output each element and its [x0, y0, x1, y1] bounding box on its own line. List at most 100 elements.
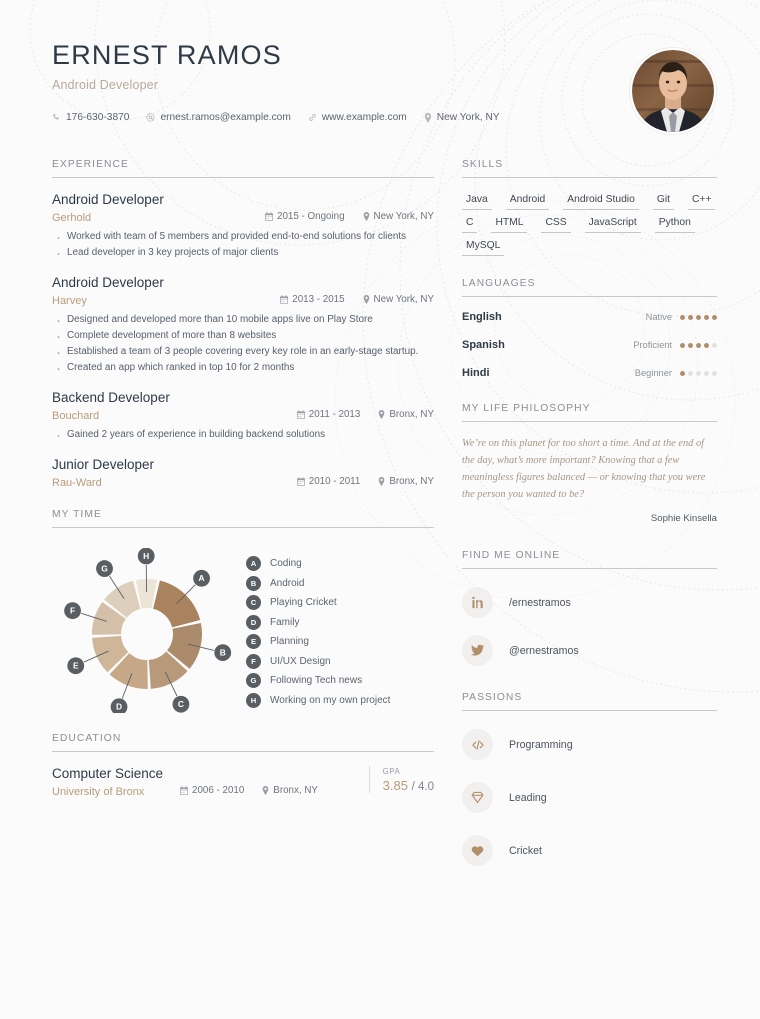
- language-item: Hindi Beginner: [462, 367, 717, 379]
- heart-icon: [462, 835, 493, 867]
- job-location: New York, NY: [363, 211, 434, 222]
- passion-item-programming: Programming: [462, 729, 717, 761]
- left-column: EXPERIENCE Android Developer Gerhold 201…: [52, 159, 434, 886]
- diamond-icon: [462, 782, 493, 814]
- header-subtitle: Android Developer: [52, 78, 159, 93]
- legend-item: A Coding: [246, 556, 434, 572]
- language-name: Spanish: [462, 339, 505, 352]
- rating-dot: [712, 342, 717, 348]
- contact-phone[interactable]: 176-630-3870: [52, 112, 129, 123]
- list-item: Gained 2 years of experience in building…: [52, 425, 434, 448]
- education-meta: University of Bronx 2006 - 2010 Bronx, N…: [52, 785, 363, 798]
- job-meta: Bouchard 2011 - 2013 Bronx, NY: [52, 409, 434, 422]
- section-heading-skills: SKILLS: [462, 159, 504, 171]
- section-heading-education: EDUCATION: [52, 733, 122, 745]
- rating-dot: [680, 370, 685, 376]
- section-philosophy: MY LIFE PHILOSOPHY We’re on this planet …: [462, 403, 717, 524]
- skill-chip: MySQL: [462, 238, 505, 257]
- legend-badge-d: D: [246, 614, 261, 630]
- section-passions: PASSIONS Programming Leading Cricket: [462, 692, 717, 867]
- divider: [52, 751, 434, 753]
- donut-badge-label: A: [199, 574, 205, 584]
- email-icon: [146, 113, 156, 122]
- rating-dot: [688, 342, 693, 348]
- education-item: Computer Science University of Bronx 200…: [52, 766, 434, 798]
- legend-label: UI/UX Design: [270, 655, 331, 667]
- passion-item-leading: Leading: [462, 782, 717, 814]
- gpa-number: 3.85: [382, 778, 408, 794]
- contact-location[interactable]: New York, NY: [424, 112, 500, 123]
- rating-dot: [696, 342, 701, 348]
- rating-dot: [704, 314, 709, 320]
- job-bullets: Worked with team of 5 members and provid…: [52, 227, 434, 266]
- legend-badge-f: F: [246, 653, 261, 669]
- divider: [462, 421, 717, 423]
- rating-dot: [680, 342, 685, 348]
- divider: [462, 710, 717, 712]
- education-main: Computer Science University of Bronx 200…: [52, 766, 363, 798]
- location-pin-icon: [363, 295, 370, 305]
- calendar-icon: [296, 410, 305, 420]
- legend-badge-a: A: [246, 556, 261, 572]
- philosophy-quote: We’re on this planet for too short a tim…: [462, 438, 706, 500]
- donut-badge-label: F: [70, 606, 75, 616]
- online-handle: /ernestramos: [509, 596, 571, 609]
- list-item: Designed and developed more than 10 mobi…: [52, 310, 434, 333]
- gpa-value: 3.85 / 4.0: [383, 778, 434, 793]
- location-pin-icon: [378, 477, 385, 487]
- language-rating: [680, 370, 717, 376]
- gpa-label: GPA: [382, 767, 401, 777]
- online-item-linkedin[interactable]: /ernestramos: [462, 587, 717, 619]
- contact-phone-text: 176-630-3870: [66, 112, 130, 124]
- online-item-twitter[interactable]: @ernestramos: [462, 635, 717, 667]
- language-rating: [680, 342, 717, 348]
- rating-dot: [696, 370, 701, 376]
- section-education: EDUCATION Computer Science University of…: [52, 733, 434, 798]
- legend-item: F UI/UX Design: [246, 653, 434, 669]
- calendar-icon: [280, 295, 289, 304]
- contact-website[interactable]: www.example.com: [308, 112, 407, 123]
- skill-chip: CSS: [541, 215, 571, 234]
- legend-label: Planning: [270, 636, 309, 648]
- job-bullets: Gained 2 years of experience in building…: [52, 425, 434, 448]
- language-name: Hindi: [462, 367, 490, 380]
- education-location-text: Bronx, NY: [273, 785, 318, 797]
- contact-email-text: ernest.ramos@example.com: [160, 112, 291, 124]
- list-item: Complete development of more than 8 webs…: [52, 326, 434, 349]
- job-location-text: Bronx, NY: [389, 409, 434, 421]
- location-pin-icon: [363, 212, 370, 222]
- job-company: Gerhold: [52, 212, 92, 225]
- language-rating: [680, 314, 717, 320]
- section-heading-philosophy: MY LIFE PHILOSOPHY: [462, 403, 591, 415]
- job-dates-text: 2013 - 2015: [292, 294, 345, 306]
- job-company: Harvey: [52, 295, 87, 308]
- donut-chart-svg: A B C D E F G H: [64, 548, 232, 714]
- calendar-icon: [180, 786, 188, 796]
- divider: [462, 568, 717, 570]
- job-role: Android Developer: [52, 192, 164, 208]
- legend-badge-e: E: [246, 634, 261, 650]
- rating-dot: [688, 314, 693, 320]
- skill-chip: Git: [652, 192, 674, 211]
- location-pin-icon: [262, 786, 269, 796]
- section-heading-languages: LANGUAGES: [462, 278, 536, 290]
- job-role: Android Developer: [52, 275, 164, 291]
- experience-item: Backend Developer Bouchard 2011 - 2013 B…: [52, 390, 434, 448]
- rating-dot: [688, 370, 693, 376]
- experience-item: Android Developer Harvey 2013 - 2015 New…: [52, 275, 434, 381]
- job-location-text: Bronx, NY: [389, 476, 434, 488]
- gpa-scale: / 4.0: [411, 781, 434, 794]
- online-handle: @ernestramos: [509, 644, 579, 657]
- rating-dot: [712, 370, 717, 376]
- list-item: Established a team of 3 people covering …: [52, 342, 434, 365]
- header: ERNEST RAMOS Android Developer 176-630-3…: [52, 40, 716, 134]
- skill-chip: Android: [505, 192, 550, 211]
- job-location: New York, NY: [363, 294, 434, 305]
- job-dates-text: 2011 - 2013: [308, 409, 361, 421]
- job-location: Bronx, NY: [378, 476, 434, 487]
- contact-email[interactable]: ernest.ramos@example.com: [146, 112, 291, 124]
- link-icon: [308, 113, 317, 122]
- list-item: Lead developer in 3 key projects of majo…: [52, 243, 434, 266]
- legend-badge-c: C: [246, 595, 261, 611]
- job-dates: 2015 - Ongoing: [265, 211, 345, 222]
